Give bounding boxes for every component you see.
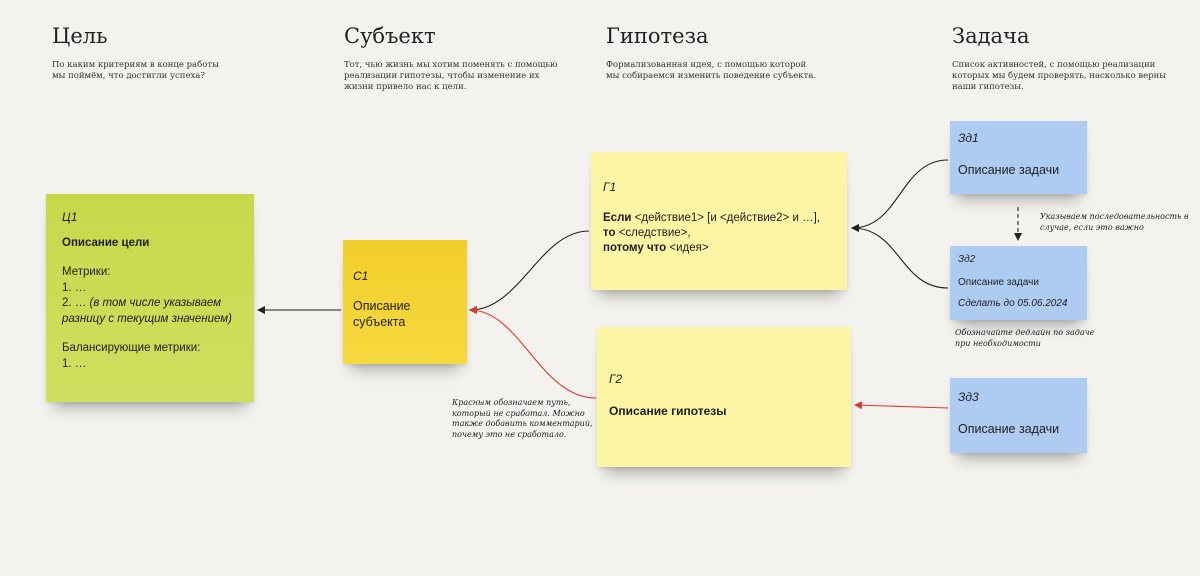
because-keyword: потому что xyxy=(603,242,667,254)
task-note-3[interactable]: Зд3 Описание задачи xyxy=(950,378,1087,453)
task-note-1[interactable]: Зд1 Описание задачи xyxy=(950,121,1087,194)
edge-task1-to-hypothesis1 xyxy=(851,159,949,232)
edge-task2-to-hypothesis1 xyxy=(851,224,949,289)
if-text: <действие1> [и <действие2> и …], xyxy=(631,212,820,224)
balancing-metric-item-1: 1. … xyxy=(62,357,87,370)
metric-item-2-prefix: 2. … xyxy=(62,297,90,309)
edge-hypothesis2-to-subject xyxy=(469,306,597,399)
annotation-sequence: Указываем последовательность в случае, е… xyxy=(1040,212,1189,232)
goal-title: Описание цели xyxy=(62,236,150,249)
task-1-text: Описание задачи xyxy=(958,163,1060,177)
task-2-id: Зд2 xyxy=(958,254,976,265)
task-2-text: Описание задачи xyxy=(958,277,1039,288)
goal-note[interactable]: Ц1 Описание цели Метрики: 1. … 2. … (в т… xyxy=(46,194,254,402)
subject-text: Описание субъекта xyxy=(353,299,411,329)
hypothesis-1-then-line: то <следствие>, xyxy=(603,226,835,241)
hypothesis-note-1[interactable]: Г1 Если <действие1> [и <действие2> и …],… xyxy=(591,152,847,290)
goal-id: Ц1 xyxy=(62,210,78,224)
if-keyword: Если xyxy=(603,212,632,224)
hypothesis-2-id: Г2 xyxy=(609,372,623,386)
subject-id: С1 xyxy=(353,269,369,283)
task-note-2[interactable]: Зд2 Описание задачи Сделать до 05.06.202… xyxy=(950,246,1087,320)
hypothesis-1-if-line: Если <действие1> [и <действие2> и …], xyxy=(603,211,835,226)
hypothesis-2-text: Описание гипотезы xyxy=(609,404,727,418)
hypothesis-1-id: Г1 xyxy=(603,180,617,194)
hypothesis-1-because-line: потому что <идея> xyxy=(603,241,835,256)
task-3-text: Описание задачи xyxy=(958,422,1060,436)
then-text: <следствие>, xyxy=(615,227,691,239)
balancing-metrics-label: Балансирующие метрики: xyxy=(62,342,201,354)
metric-item-2: 2. … (в том числе указываем разницу с те… xyxy=(62,296,238,327)
because-text: <идея> xyxy=(666,242,709,254)
edge-hypothesis1-to-subject xyxy=(469,230,590,314)
task-2-deadline: Сделать до 05.06.2024 xyxy=(958,298,1068,309)
annotation-failed-path: Красным обозначаем путь, который не сраб… xyxy=(452,398,593,439)
task-1-id: Зд1 xyxy=(958,131,979,145)
subject-note[interactable]: С1 Описание субъекта xyxy=(343,240,467,364)
task-3-id: Зд3 xyxy=(958,390,979,404)
annotation-deadline: Обозначайте дедлайн по задаче при необхо… xyxy=(955,328,1095,348)
hypothesis-note-2[interactable]: Г2 Описание гипотезы xyxy=(597,327,851,467)
metric-item-1: 1. … xyxy=(62,281,87,294)
then-keyword: то xyxy=(603,227,616,239)
metrics-label: Метрики: xyxy=(62,266,111,278)
edge-task3-to-hypothesis2 xyxy=(854,401,949,410)
